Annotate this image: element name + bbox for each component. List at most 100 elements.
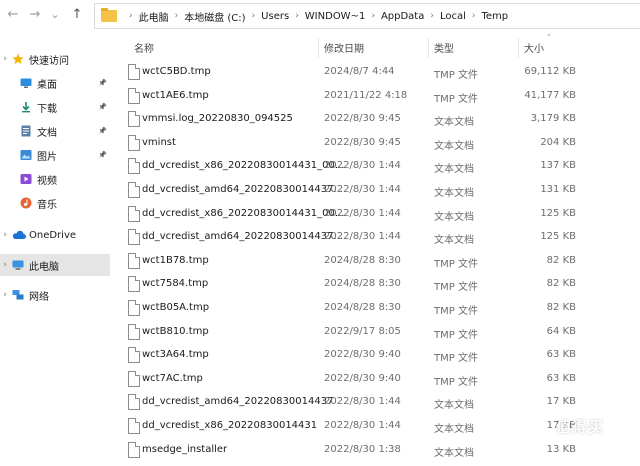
download-icon xyxy=(20,101,32,113)
expand-chevron-icon[interactable]: › xyxy=(1,54,9,64)
sidebar-item[interactable]: 下载 📌 xyxy=(0,96,110,118)
expand-chevron-icon[interactable]: › xyxy=(1,260,9,270)
column-header-name[interactable]: 名称 xyxy=(134,40,154,58)
tmp-file-icon xyxy=(128,87,140,104)
file-modified-date: 2022/8/30 1:44 xyxy=(324,396,401,408)
recent-locations-chevron-icon[interactable]: ⌄ xyxy=(46,6,64,24)
file-row[interactable]: wct7AC.tmp 2022/8/30 9:40 TMP 文件 63 KB xyxy=(120,369,640,391)
file-row[interactable]: wct7584.tmp 2024/8/28 8:30 TMP 文件 82 KB xyxy=(120,274,640,296)
sort-descending-icon: ⌃ xyxy=(546,33,552,41)
file-type: TMP 文件 xyxy=(434,282,478,294)
sidebar-item[interactable]: 桌面 📌 xyxy=(0,72,110,94)
file-row[interactable]: wct1AE6.tmp 2021/11/22 4:18 TMP 文件 41,177 K… xyxy=(120,86,640,108)
file-type: 文本文档 xyxy=(434,117,474,129)
sidebar-item-label: 下载 xyxy=(37,103,57,115)
file-size: 82 KB xyxy=(546,302,576,313)
pin-icon[interactable]: 📌 xyxy=(98,127,107,135)
file-modified-date: 2024/8/28 8:30 xyxy=(324,302,401,313)
expand-chevron-icon[interactable]: › xyxy=(1,230,9,240)
breadcrumb-chevron-icon[interactable]: › xyxy=(252,11,256,21)
breadcrumb-chevron-icon[interactable]: › xyxy=(472,11,476,21)
forward-arrow-icon[interactable]: → xyxy=(26,6,44,24)
network-icon xyxy=(12,289,24,301)
file-row[interactable]: dd_vcredist_amd64_20220830014437... 2022/… xyxy=(120,227,640,249)
file-row[interactable]: dd_vcredist_x86_20220830014431_00... 2022… xyxy=(120,204,640,226)
column-header-type[interactable]: 类型 xyxy=(434,40,454,58)
tmp-file-icon xyxy=(128,252,140,269)
pin-icon[interactable]: 📌 xyxy=(98,151,107,159)
column-header-size[interactable]: 大小 xyxy=(524,40,544,58)
pin-icon[interactable]: 📌 xyxy=(98,103,107,111)
file-row[interactable]: dd_vcredist_x86_20220830014431_00... 2022… xyxy=(120,156,640,178)
text-file-icon xyxy=(128,134,140,151)
back-arrow-icon[interactable]: ← xyxy=(4,6,22,24)
sidebar-item[interactable]: 图片 📌 xyxy=(0,144,110,166)
sidebar-item[interactable]: 文档 📌 xyxy=(0,120,110,142)
text-file-icon xyxy=(128,205,140,222)
star-icon xyxy=(12,53,24,65)
breadcrumb-item[interactable]: Users xyxy=(261,11,289,22)
file-row[interactable]: wctB810.tmp 2022/9/17 8:05 TMP 文件 64 KB xyxy=(120,322,640,344)
sidebar-item-label: OneDrive xyxy=(29,229,77,241)
file-name: dd_vcredist_amd64_20220830014437 xyxy=(142,396,334,408)
column-divider[interactable] xyxy=(428,38,429,58)
navigation-pane: › 快速访问 桌面 📌 下载 📌 文档 📌 图片 📌 视频 音乐 › OneDrive › 此电脑 › 网络 xyxy=(0,32,110,466)
sidebar-item[interactable]: › 此电脑 xyxy=(0,254,110,276)
breadcrumb-item[interactable]: AppData xyxy=(381,11,424,22)
file-row[interactable]: wctB05A.tmp 2024/8/28 8:30 TMP 文件 82 KB xyxy=(120,298,640,320)
file-type: 文本文档 xyxy=(434,424,474,435)
file-row[interactable]: dd_vcredist_amd64_20220830014437... 2022/… xyxy=(120,180,640,202)
column-divider[interactable] xyxy=(318,38,319,58)
breadcrumb-item[interactable]: Temp xyxy=(482,11,509,22)
breadcrumb-item[interactable]: Local xyxy=(440,11,466,22)
pictures-icon xyxy=(20,149,32,161)
breadcrumb-chevron-icon[interactable]: › xyxy=(430,11,434,21)
file-row[interactable]: dd_vcredist_amd64_20220830014437 2022/8/3… xyxy=(120,392,640,414)
sidebar-item[interactable]: › 快速访问 xyxy=(0,48,110,70)
breadcrumb-item[interactable]: 本地磁盘 (C:) xyxy=(184,9,245,24)
file-row[interactable]: vminst 2022/8/30 9:45 文本文档 204 KB xyxy=(120,133,640,155)
expand-chevron-icon[interactable]: › xyxy=(1,290,9,300)
file-size: 17 KB xyxy=(546,396,576,408)
file-modified-date: 2024/8/28 8:30 xyxy=(324,278,401,290)
file-size: 82 KB xyxy=(546,278,576,290)
file-row[interactable]: wct3A64.tmp 2022/8/30 9:40 TMP 文件 63 KB xyxy=(120,345,640,367)
file-row[interactable]: msedge_installer 2022/8/30 1:38 文本文档 13 KB xyxy=(120,440,640,462)
sidebar-item[interactable]: 视频 xyxy=(0,168,110,190)
pin-icon[interactable]: 📌 xyxy=(98,79,107,87)
navigation-bar: ← → ⌄ ↑ › 此电脑 › 本地磁盘 (C:) › Users › WINDOW~1 › Ap… xyxy=(0,0,640,32)
desktop-icon xyxy=(20,77,32,89)
music-icon xyxy=(20,197,32,209)
sidebar-item[interactable]: 音乐 xyxy=(0,192,110,214)
breadcrumb-chevron-icon[interactable]: › xyxy=(129,11,133,21)
sidebar-item-label: 视频 xyxy=(37,175,57,187)
file-row[interactable]: wctC5BD.tmp 2024/8/7 4:44 TMP 文件 69,112 KB xyxy=(120,62,640,84)
file-name: vmmsi.log_20220830_094525 xyxy=(142,113,293,125)
file-name: wct1AE6.tmp xyxy=(142,89,209,101)
file-size: 125 KB xyxy=(540,231,576,243)
tmp-file-icon xyxy=(128,347,140,364)
file-type: TMP 文件 xyxy=(434,93,478,105)
file-row[interactable]: wct1B78.tmp 2024/8/28 8:30 TMP 文件 82 KB xyxy=(120,251,640,273)
file-type: TMP 文件 xyxy=(434,329,478,341)
address-bar[interactable]: › 此电脑 › 本地磁盘 (C:) › Users › WINDOW~1 › AppData › Lo… xyxy=(94,3,640,29)
breadcrumb-chevron-icon[interactable]: › xyxy=(295,11,299,21)
column-header-modified[interactable]: 修改日期 xyxy=(324,40,364,58)
column-divider[interactable] xyxy=(518,38,519,58)
sidebar-item-label: 桌面 xyxy=(37,79,57,91)
breadcrumb-chevron-icon[interactable]: › xyxy=(175,11,179,21)
up-arrow-icon[interactable]: ↑ xyxy=(68,6,86,24)
breadcrumb-item[interactable]: WINDOW~1 xyxy=(305,11,366,22)
file-row[interactable]: vmmsi.log_20220830_094525 2022/8/30 9:45 文… xyxy=(120,109,640,131)
text-file-icon xyxy=(128,182,140,198)
sidebar-item[interactable]: › 网络 xyxy=(0,284,110,306)
file-modified-date: 2022/8/30 9:40 xyxy=(324,372,401,384)
breadcrumb-chevron-icon[interactable]: › xyxy=(371,11,375,21)
file-name: wct7AC.tmp xyxy=(142,372,203,384)
sidebar-item[interactable]: › OneDrive xyxy=(0,224,110,246)
folder-icon xyxy=(101,8,117,22)
file-modified-date: 2022/8/30 9:40 xyxy=(324,349,401,361)
file-type: TMP 文件 xyxy=(434,306,478,317)
file-modified-date: 2022/8/30 9:45 xyxy=(324,136,401,148)
breadcrumb-item[interactable]: 此电脑 xyxy=(139,9,169,24)
